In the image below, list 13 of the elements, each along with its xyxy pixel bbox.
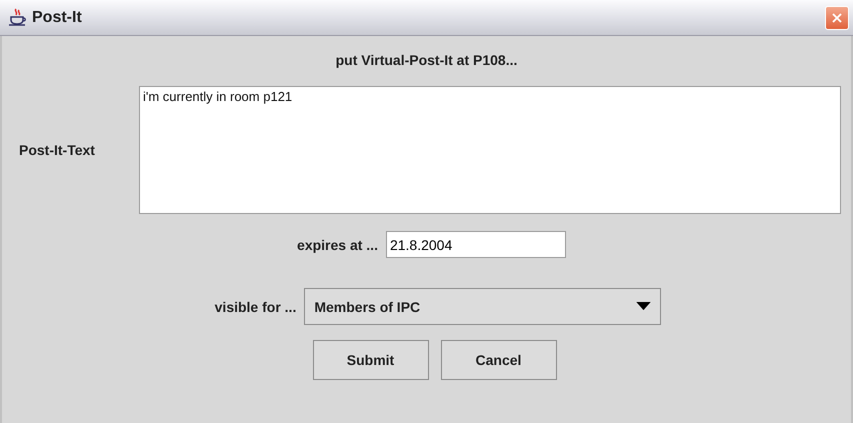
field-label: Post-It-Text [19,142,96,158]
date-field[interactable]: 21.8.2004 [386,231,566,258]
window-title: Post-It [32,8,83,26]
dialog-button[interactable]: Cancel [440,340,556,380]
close-button[interactable] [825,6,849,30]
field-label: expires at ... [297,236,378,252]
coffee-cup-icon [8,8,28,28]
dialog-heading: put Virtual-Post-It at P108... [334,51,518,70]
caret-icon [636,302,652,311]
dropdown[interactable]: Members of IPC [304,288,662,325]
text-area[interactable]: i'm currently in room p121 [139,86,841,214]
field-label: visible for ... [214,298,296,314]
dialog-button[interactable]: Submit [312,340,428,380]
